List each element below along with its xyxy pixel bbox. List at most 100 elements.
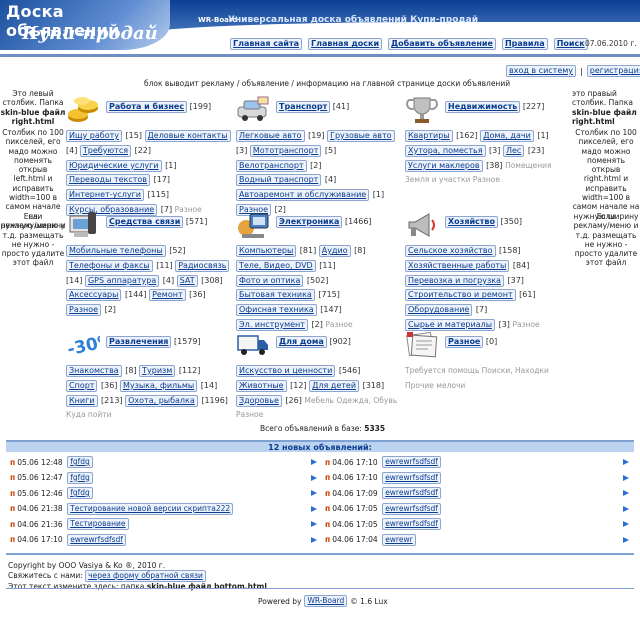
subcategory-link[interactable]: Ищу работу [66,130,122,142]
category-title-link[interactable]: Недвижимость [445,101,521,113]
subcategory-link[interactable]: Юридические услуги [66,159,162,172]
subcategory-link[interactable]: Теле, Видео, DVD [236,259,316,272]
new-ad-title-link[interactable]: ewrewrfsdfsdf [67,533,126,546]
new-ad-title-link[interactable]: ewrewrfsdfsdf [382,487,441,499]
empty-subcategory[interactable]: Куда пойти [66,410,112,419]
subcategory-link[interactable]: Здоровье [236,394,282,407]
subcategory-link[interactable]: Животные [236,379,287,392]
arrow-right-icon[interactable] [310,474,318,482]
new-ad-title-link[interactable]: ewrewrfsdfsdf [382,456,441,468]
arrow-right-icon[interactable] [622,489,630,497]
arrow-right-icon[interactable] [622,458,630,466]
subcategory-link[interactable]: Мототранспорт [249,144,322,157]
new-ad-title-link[interactable]: ewrewrfsdfsdf [382,502,441,515]
subcategory-link[interactable]: Переводы текстов [66,174,151,187]
empty-subcategory[interactable]: Разное [473,175,500,184]
subcategory-link[interactable]: Ремонт [149,289,186,302]
subcategory-link[interactable]: Компьютеры [236,245,297,257]
site-logo[interactable]: Доска объявлений Купи-продай [0,0,170,50]
wr-board-link[interactable]: WR-Board [304,595,348,607]
category-title-link[interactable]: Средства связи [106,216,184,228]
nav-rules-link[interactable]: Правила [501,38,548,50]
new-ad-title-link[interactable]: fgfdg [67,456,93,468]
subcategory-link[interactable]: Охота, рыбалка [125,394,198,407]
new-ad-title-link[interactable]: ewrewr [382,533,416,546]
subcategory-link[interactable]: Книги [66,394,98,407]
arrow-right-icon[interactable] [622,536,630,544]
subcategory-link[interactable]: Сельское хозяйство [405,245,496,257]
new-ad-title-link[interactable]: ewrewrfsdfsdf [382,518,441,530]
new-ad-title-link[interactable]: Тестирование [67,518,129,530]
new-ad-title-link[interactable]: fgfdg [67,487,93,499]
subcategory-link[interactable]: Туризм [139,365,176,377]
nav-search-link[interactable]: Поиск [553,38,588,50]
feedback-link[interactable]: через форму обратной связи [85,570,206,582]
subcategory-link[interactable]: Дома, дачи [480,130,534,142]
subcategory-link[interactable]: Грузовые авто [327,130,395,142]
subcategory-link[interactable]: Бытовая техника [236,289,315,302]
subcategory-link[interactable]: Строительство и ремонт [405,289,516,302]
subcategory-link[interactable]: Искусство и ценности [236,365,336,377]
category-title-link[interactable]: Разное [445,336,484,348]
empty-subcategory[interactable]: Поиски, Находки [482,366,549,375]
empty-subcategory[interactable]: Прочие мелочи [405,381,465,390]
empty-subcategory[interactable]: Помещения [505,161,551,170]
subcategory-link[interactable]: Автоаремонт и обслуживание [236,189,370,202]
subcategory-link[interactable]: Фото и оптика [236,274,304,287]
subcategory-link[interactable]: Квартиры [405,130,453,142]
arrow-right-icon[interactable] [622,505,630,513]
new-ad-title-link[interactable]: Тестирование новой версии скрипта222 [67,502,234,515]
category-title-link[interactable]: Транспорт [276,101,331,113]
arrow-right-icon[interactable] [622,474,630,482]
subcategory-link[interactable]: Телефоны и факсы [66,259,153,272]
nav-main-site-link[interactable]: Главная сайта [230,38,303,50]
subcategory-link[interactable]: SAT [176,274,198,287]
login-link[interactable]: вход в систему [506,65,577,77]
category-title-link[interactable]: Электроника [276,216,343,228]
subcategory-link[interactable]: Оборудование [405,304,473,317]
nav-add-ad-link[interactable]: Добавить объявление [388,38,496,50]
subcategory-link[interactable]: Велотранспорт [236,159,307,172]
nav-main-board-link[interactable]: Главная доски [308,38,383,50]
empty-subcategory[interactable]: Разное [175,205,202,214]
subcategory-link[interactable]: Требуются [79,144,132,157]
subcategory-link[interactable]: Перевозка и погрузка [405,274,504,287]
arrow-right-icon[interactable] [310,458,318,466]
subcategory-link[interactable]: Водный транспорт [236,174,322,187]
subcategory-link[interactable]: Мобильные телефоны [66,245,166,257]
arrow-right-icon[interactable] [310,536,318,544]
subcategory-link[interactable]: Музыка, фильмы [119,379,198,392]
subcategory-link[interactable]: Аудио [318,245,351,257]
empty-subcategory[interactable]: Требуется помощь [405,366,482,375]
empty-subcategory[interactable]: Разное [236,410,263,419]
subcategory-link[interactable]: Радиосвязь [175,259,230,272]
subcategory-link[interactable]: Спорт [66,379,98,392]
subcategory-link[interactable]: Хутора, поместья [405,144,486,157]
empty-subcategory[interactable]: Мебель [304,396,336,405]
subcategory-link[interactable]: Разное [66,304,102,317]
empty-subcategory[interactable]: Одежда, Обувь [336,396,397,405]
subcategory-link[interactable]: Интернет-услуги [66,189,144,202]
subcategory-link[interactable]: Офисная техника [236,304,317,317]
category-title-link[interactable]: Работа и бизнес [106,101,188,113]
empty-subcategory[interactable]: Разное [325,320,352,329]
empty-subcategory[interactable]: Разное [512,320,539,329]
subcategory-link[interactable]: Знакомства [66,365,122,377]
category-title-link[interactable]: Хозяйство [445,216,498,228]
arrow-right-icon[interactable] [310,520,318,528]
subcategory-link[interactable]: Услуги маклеров [405,159,483,172]
arrow-right-icon[interactable] [622,520,630,528]
subcategory-link[interactable]: Для детей [309,379,360,392]
empty-subcategory[interactable]: Земля и участки [405,175,473,184]
subcategory-link[interactable]: GPS аппаратура [84,274,160,287]
new-ad-title-link[interactable]: ewrewrfsdfsdf [382,471,441,484]
subcategory-link[interactable]: Деловые контакты [144,130,231,142]
new-ad-title-link[interactable]: fgfdg [67,471,93,484]
subcategory-link[interactable]: Лес [502,144,525,157]
subcategory-link[interactable]: Хозяйственные работы [405,259,510,272]
arrow-right-icon[interactable] [310,489,318,497]
category-title-link[interactable]: Для дома [276,336,327,348]
register-link[interactable]: регистрация [586,65,640,77]
subcategory-link[interactable]: Легковые авто [236,130,305,142]
arrow-right-icon[interactable] [310,505,318,513]
